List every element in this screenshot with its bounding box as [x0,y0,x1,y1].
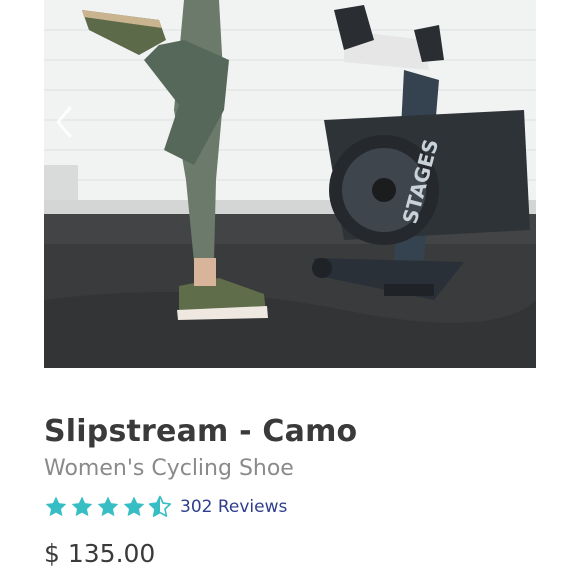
rating-stars [44,495,172,519]
star-icon [44,495,68,519]
product-photo-illustration: STAGES [44,0,536,368]
product-title: Slipstream - Camo [44,414,358,449]
product-subtitle: Women's Cycling Shoe [44,456,294,481]
star-icon [122,495,146,519]
reviews-link[interactable]: 302 Reviews [180,497,287,517]
product-price: $ 135.00 [44,539,156,568]
carousel-prev-button[interactable] [54,104,76,140]
chevron-left-icon [56,106,72,138]
rating-summary[interactable]: 302 Reviews [44,492,544,522]
product-page: STAGES Slipstream - Camo Women's Cycling… [0,0,580,580]
product-info: Slipstream - Camo Women's Cycling Shoe 3… [44,410,544,522]
star-icon [96,495,120,519]
star-icon [70,495,94,519]
star-half-icon [148,495,172,519]
product-image[interactable]: STAGES [44,0,536,368]
